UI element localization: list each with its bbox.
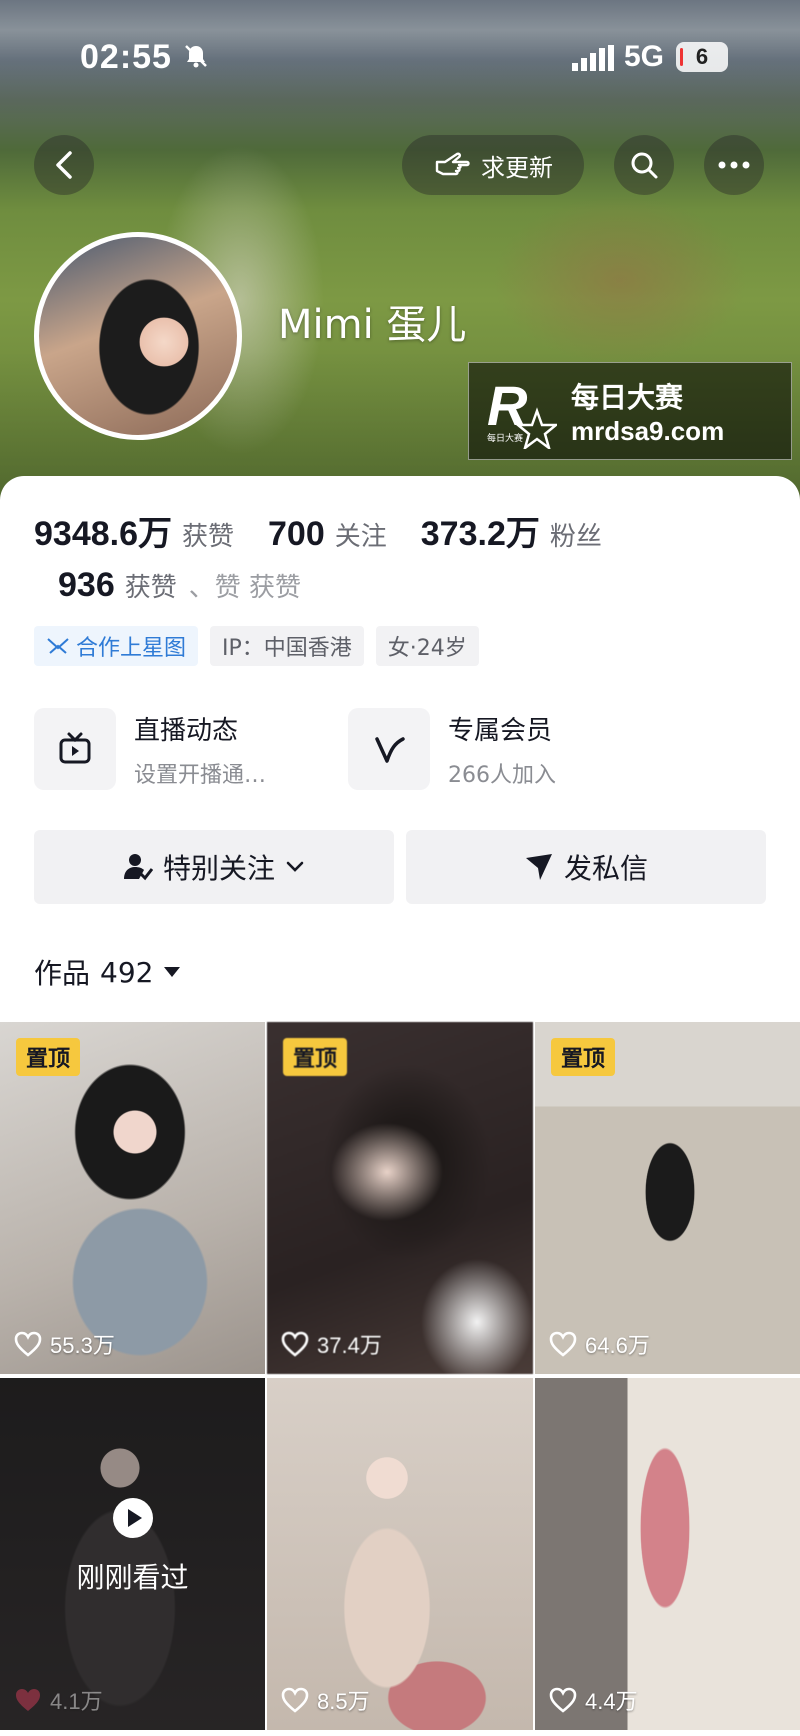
tile-likes-count: 64.6万 [585,1333,650,1358]
video-tile[interactable]: 8.5万 [267,1378,533,1730]
more-options-button[interactable] [704,135,764,195]
tag-gender-age: 女·24岁 [375,626,479,666]
tile-likes: 8.5万 [281,1684,370,1716]
secondary-likes-label: 获赞 [124,573,177,603]
battery-indicator: 6 [676,42,728,72]
video-tile[interactable]: 置顶 37.4万 [267,1022,533,1374]
tile-likes: 64.6万 [549,1328,650,1360]
tile-likes-count: 4.4万 [585,1689,638,1714]
ellipsis-icon [718,161,750,169]
request-update-label: 求更新 [481,153,553,182]
heart-icon [16,1689,40,1711]
feature-membership-icon-box [348,708,430,790]
tile-likes-count: 8.5万 [317,1689,370,1714]
feature-live-icon-box [34,708,116,790]
pinned-badge: 置顶 [283,1038,347,1076]
watermark-overlay: R 每日大赛 每日大赛 mrdsa9.com [468,362,792,460]
tile-likes: 4.4万 [549,1684,638,1716]
profile-nickname: Mimi 蛋儿 [278,302,467,348]
status-time: 02:55 [80,38,172,76]
special-follow-button[interactable]: 特别关注 [34,830,394,904]
video-tile[interactable]: 置顶 64.6万 [535,1022,800,1374]
request-update-button[interactable]: 求更新 [402,135,584,195]
v-icon [375,737,405,763]
following-count[interactable]: 700 [268,515,325,554]
user-follow-icon [123,854,153,881]
tag-ip-label: IP：中国香港 [222,636,352,661]
works-label: 作品 [34,957,91,990]
tile-likes: 37.4万 [281,1328,382,1360]
bell-mute-icon [185,45,207,68]
secondary-likes-count: 936 [58,566,115,604]
video-tile[interactable]: 4.4万 [535,1378,800,1730]
svg-text:每日大赛: 每日大赛 [487,432,523,444]
feature-membership-subtitle: 266人加入 [448,762,556,788]
feature-live-subtitle: 设置开播通… [134,762,267,788]
profile-card: 9348.6万 获赞 700 关注 373.2万 粉丝 936 获赞 、赞 获赞… [0,476,800,1736]
stats-row: 9348.6万 获赞 700 关注 373.2万 粉丝 [34,506,636,555]
faded-stat-text: 、赞 获赞 [188,573,302,603]
avatar[interactable] [34,232,242,440]
status-bar: 02:55 5G 6 [0,0,800,118]
tile-likes: 4.1万 [14,1684,103,1716]
watermark-logo: R 每日大赛 [487,374,557,449]
caret-down-icon [164,967,181,977]
heart-icon [549,1331,577,1357]
heart-icon [14,1331,42,1357]
tag-ip-location: IP：中国香港 [210,626,364,666]
feature-membership-title: 专属会员 [448,715,553,746]
network-type: 5G [624,40,665,73]
tag-star-map-label: 合作上星图 [76,636,187,661]
watermark-url: mrdsa9.com [571,415,725,446]
following-label: 关注 [334,522,387,552]
heart-icon [281,1331,309,1357]
send-message-button[interactable]: 发私信 [406,830,766,904]
video-tile[interactable]: 置顶 55.3万 [0,1022,265,1374]
heart-icon [549,1687,577,1713]
heart-icon [281,1687,309,1713]
followers-label: 粉丝 [549,522,602,552]
profile-tags: 合作上星图 IP：中国香港 女·24岁 [34,626,479,666]
works-grid: 置顶 55.3万 置顶 37.4万 置顶 64.6万 刚刚看过 4.1万 8.5… [0,1022,800,1730]
tv-icon [59,732,91,764]
send-icon [525,854,552,880]
chevron-left-icon [56,151,72,179]
pinned-badge: 置顶 [16,1038,80,1076]
send-message-label: 发私信 [563,852,648,885]
feature-membership[interactable]: 专属会员 266人加入 [348,708,556,790]
likes-count[interactable]: 9348.6万 [34,506,172,555]
likes-label: 获赞 [182,522,235,552]
recently-viewed-label: 刚刚看过 [76,1561,189,1594]
tile-likes-count: 4.1万 [50,1689,103,1714]
tag-gender-age-label: 女·24岁 [387,636,467,661]
chevron-down-icon [286,861,304,872]
special-follow-label: 特别关注 [162,852,275,885]
works-tab[interactable]: 作品 492 [34,952,181,992]
works-count: 492 [100,955,154,989]
feature-live-updates[interactable]: 直播动态 设置开播通… [34,708,266,790]
star-map-icon [47,638,69,654]
tile-likes-count: 37.4万 [317,1333,382,1358]
signal-icon [572,45,614,71]
recently-viewed-overlay: 刚刚看过 [0,1498,265,1596]
play-icon [112,1498,153,1538]
followers-count[interactable]: 373.2万 [421,506,540,555]
hand-point-icon [435,152,470,176]
video-tile[interactable]: 刚刚看过 4.1万 [0,1378,265,1730]
tile-likes-count: 55.3万 [50,1333,115,1358]
tag-star-map[interactable]: 合作上星图 [34,626,199,666]
secondary-stats-row: 936 获赞 、赞 获赞 [58,566,301,605]
tile-likes: 55.3万 [14,1328,115,1360]
search-icon [631,152,658,179]
back-button[interactable] [34,135,94,195]
pinned-badge: 置顶 [551,1038,615,1076]
search-button[interactable] [614,135,674,195]
watermark-title: 每日大赛 [571,380,684,414]
feature-live-title: 直播动态 [134,715,239,746]
